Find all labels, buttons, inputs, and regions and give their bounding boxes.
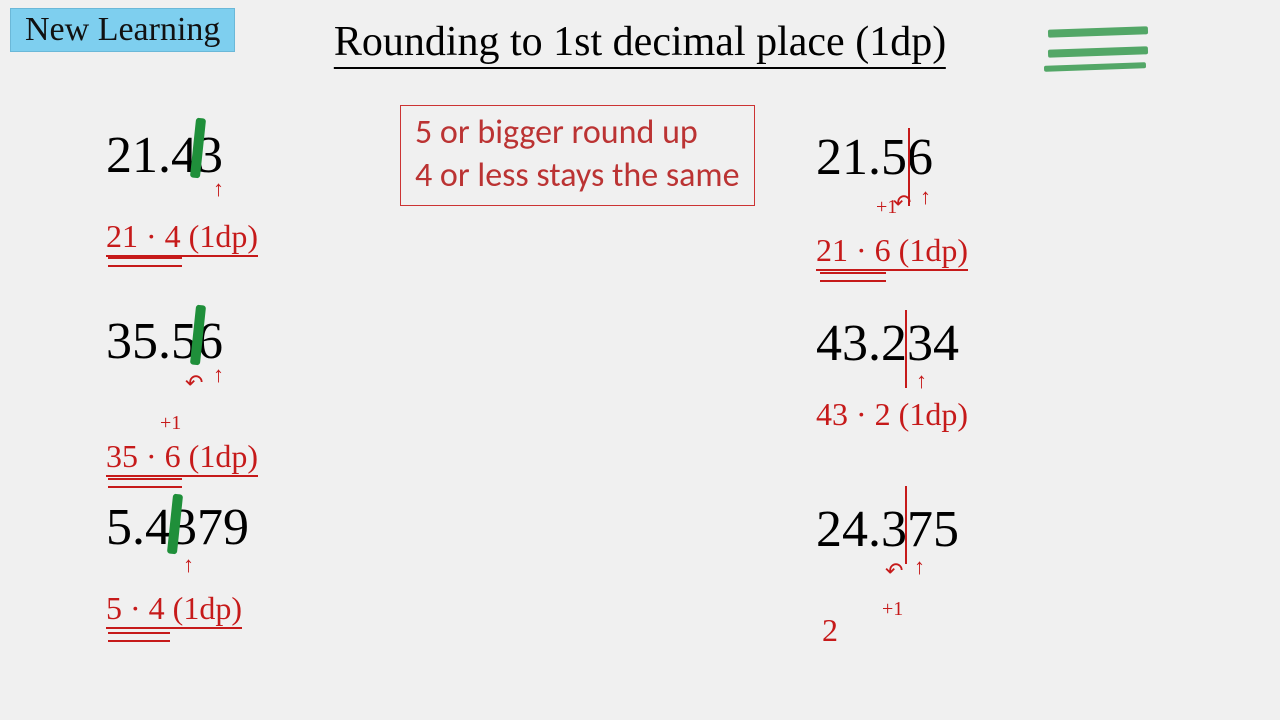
arrow-up-icon: ↑ xyxy=(213,176,224,202)
double-underline xyxy=(820,272,886,282)
slide-title: Rounding to 1st decimal place (1dp) xyxy=(334,18,946,69)
plus-one-annotation: +1 xyxy=(160,412,181,435)
arrow-up-icon: ↑ xyxy=(916,368,927,394)
example-number: 35.56 xyxy=(106,312,223,371)
new-learning-badge: New Learning xyxy=(10,8,235,52)
example-number: 43.234 xyxy=(816,314,959,373)
arrow-up-icon: ↑ xyxy=(920,184,931,210)
handwritten-answer: 2 xyxy=(822,612,838,649)
red-divider-line xyxy=(905,310,907,388)
double-underline xyxy=(108,632,170,642)
double-underline xyxy=(108,257,182,267)
arrow-up-icon: ↑ xyxy=(213,362,224,388)
rounding-rule-box: 5 or bigger round up 4 or less stays the… xyxy=(400,105,755,206)
example-number: 21.56 xyxy=(816,128,933,187)
plus-one-annotation: +1 xyxy=(876,196,897,219)
arrow-up-icon: ↶ xyxy=(185,370,203,396)
title-highlight-stroke xyxy=(1048,46,1148,57)
handwritten-answer: 21 · 4 (1dp) xyxy=(106,218,258,255)
rule-line: 4 or less stays the same xyxy=(415,155,740,198)
title-highlight-stroke xyxy=(1044,62,1146,72)
arrow-up-icon: ↑ xyxy=(914,554,925,580)
example-number: 21.43 xyxy=(106,126,223,185)
handwritten-answer: 5 · 4 (1dp) xyxy=(106,590,242,627)
handwritten-answer: 35 · 6 (1dp) xyxy=(106,438,258,475)
handwritten-answer: 43 · 2 (1dp) xyxy=(816,396,968,433)
arrow-up-icon: ↑ xyxy=(183,552,194,578)
red-divider-line xyxy=(905,486,907,564)
handwritten-answer: 21 · 6 (1dp) xyxy=(816,232,968,269)
plus-one-annotation: +1 xyxy=(882,598,903,621)
arrow-up-icon: ↶ xyxy=(885,558,903,584)
example-number: 24.375 xyxy=(816,500,959,559)
double-underline xyxy=(108,478,182,488)
rule-line: 5 or bigger round up xyxy=(415,112,740,155)
title-highlight-stroke xyxy=(1048,26,1148,37)
